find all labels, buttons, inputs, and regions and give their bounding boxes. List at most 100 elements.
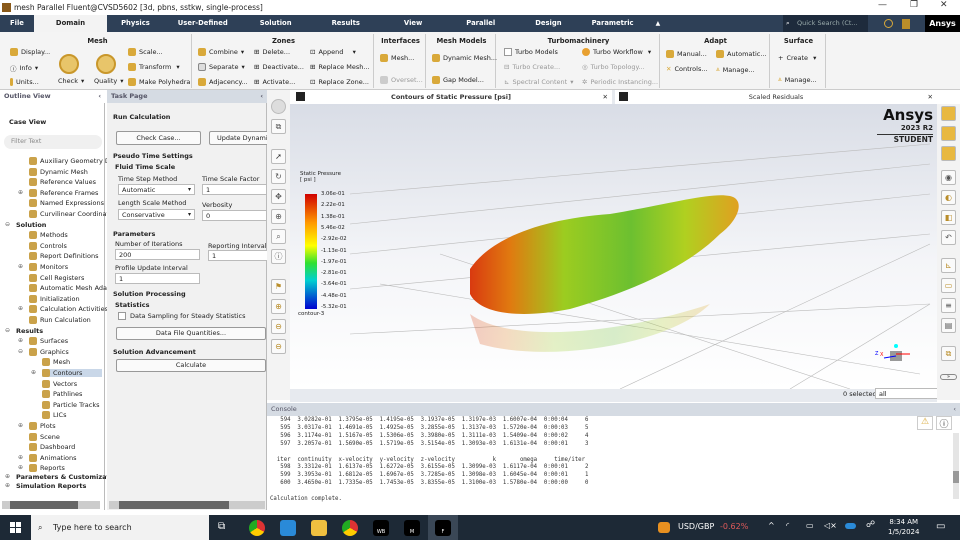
update-dynamic-mesh-button[interactable]: Update Dynamic xyxy=(209,131,269,145)
tree-item[interactable]: Particle Tracks xyxy=(42,400,99,409)
quality-button[interactable]: Quality ▾ xyxy=(94,77,124,85)
view-iso-icon[interactable] xyxy=(941,126,956,141)
activate-button[interactable]: ⊞ Activate... xyxy=(254,78,295,86)
tree-item[interactable]: Contours xyxy=(42,369,103,377)
close-tab-icon[interactable]: ✕ xyxy=(603,90,608,104)
tree-item[interactable]: Solution xyxy=(16,221,46,229)
transform-button[interactable]: Transform ▾ xyxy=(128,63,180,71)
tree-item[interactable]: Dashboard xyxy=(29,443,75,452)
separate-button[interactable]: Separate ▾ xyxy=(198,63,245,71)
replace-mesh-button[interactable]: ⊞ Replace Mesh... xyxy=(310,63,370,71)
tree-item[interactable]: Scene xyxy=(29,432,60,441)
profile-update-interval-input[interactable]: 1 xyxy=(115,273,200,284)
overset-button[interactable]: Overset... xyxy=(380,76,423,84)
tree-item[interactable]: Dynamic Mesh xyxy=(29,167,88,176)
copy-icon[interactable]: ⧉ xyxy=(271,119,286,134)
task-view-icon[interactable]: ⧉ xyxy=(218,521,225,532)
workbench-app[interactable]: WB xyxy=(373,520,389,536)
lighting-icon[interactable]: ◐ xyxy=(941,190,956,205)
minimize-button[interactable]: — xyxy=(878,0,887,10)
chrome-icon[interactable] xyxy=(249,520,265,536)
expand-icon[interactable]: ⊕ xyxy=(18,305,23,312)
tree-item[interactable]: Methods xyxy=(29,231,68,240)
stock-widget-icon[interactable] xyxy=(658,522,670,533)
pan-icon[interactable]: ✥ xyxy=(271,189,286,204)
console-scrollbar[interactable] xyxy=(953,433,959,499)
tree-item[interactable]: Automatic Mesh Adap xyxy=(29,284,111,293)
info-icon[interactable]: ⓘ xyxy=(936,416,952,430)
display-button[interactable]: Display... xyxy=(10,48,50,56)
notifications-icon[interactable]: ▭ xyxy=(936,521,945,532)
replace-zone-button[interactable]: ⊡ Replace Zone... xyxy=(310,78,369,86)
tree-item[interactable]: Reference Values xyxy=(29,178,96,187)
battery-icon[interactable]: ▭ xyxy=(806,521,814,530)
adapt-manual-button[interactable]: Manual... xyxy=(666,50,707,58)
close-button[interactable]: ✕ xyxy=(940,0,948,10)
calculate-button[interactable]: Calculate xyxy=(116,359,266,372)
tree-item[interactable]: Run Calculation xyxy=(29,316,91,324)
tab-contours[interactable]: Contours of Static Pressure [psi] ✕ xyxy=(290,90,612,104)
tree-item[interactable]: Auxiliary Geometry De xyxy=(29,157,114,165)
make-polyhedra-button[interactable]: Make Polyhedra xyxy=(128,78,190,86)
network-icon[interactable]: ☍ xyxy=(866,520,875,530)
tree-item[interactable]: Plots xyxy=(29,422,56,430)
tab-solution[interactable]: Solution xyxy=(242,15,310,32)
tree-item[interactable]: Curvilinear Coordinat xyxy=(29,210,109,218)
tab-design[interactable]: Design xyxy=(517,15,579,32)
collapse-icon[interactable]: ⊖ xyxy=(5,327,10,334)
verbosity-input[interactable]: 0 xyxy=(202,210,267,221)
viewport[interactable] xyxy=(290,104,937,389)
expand-toolbar-icon[interactable]: » xyxy=(940,374,957,380)
tree-item[interactable]: Vectors xyxy=(42,379,77,388)
start-icon[interactable] xyxy=(10,522,21,533)
flag-icon[interactable]: ⚑ xyxy=(271,279,286,294)
select-arrow-icon[interactable]: ➚ xyxy=(271,149,286,164)
tab-view[interactable]: View xyxy=(382,15,444,32)
time-scale-factor-input[interactable]: 1 xyxy=(202,184,267,195)
iterations-input[interactable]: 200 xyxy=(115,249,200,260)
tree-item[interactable]: LICs xyxy=(42,411,66,420)
zoom-box-icon[interactable]: ⌕ xyxy=(271,229,286,244)
tree-item[interactable]: Reports xyxy=(29,464,65,473)
turbo-models-checkbox[interactable]: Turbo Models xyxy=(504,48,558,56)
console[interactable]: Console ‹ 594 3.0282e-01 1.3795e-05 1.419… xyxy=(267,403,960,510)
zoom-to-fit-icon[interactable]: ⊕ xyxy=(271,209,286,224)
data-file-quantities-button[interactable]: Data File Quantities... xyxy=(116,327,266,340)
tree-item[interactable]: Surfaces xyxy=(29,337,68,346)
collapse-ribbon-icon[interactable]: ▲ xyxy=(646,15,671,32)
task-scrollbar[interactable] xyxy=(109,501,265,509)
check-case-button[interactable]: Check Case... xyxy=(116,131,201,145)
length-scale-method-select[interactable]: Conservative xyxy=(118,209,195,220)
onedrive-icon[interactable] xyxy=(845,523,856,529)
interfaces-mesh-button[interactable]: Mesh... xyxy=(380,54,414,62)
tab-domain[interactable]: Domain xyxy=(33,15,108,32)
turbo-workflow-button[interactable]: Turbo Workflow ▾ xyxy=(582,48,651,56)
ticker-label[interactable]: USD/GBP xyxy=(678,522,714,531)
dynamic-mesh-button[interactable]: Dynamic Mesh... xyxy=(432,54,497,62)
expand-icon[interactable]: ⊕ xyxy=(18,189,23,196)
expand-icon[interactable]: ⊕ xyxy=(18,263,23,270)
surface-create-button[interactable]: + Create ▾ xyxy=(778,54,816,62)
clock[interactable]: 8:34 AM 1/5/2024 xyxy=(888,517,919,537)
time-step-method-select[interactable]: Automatic xyxy=(118,184,195,195)
append-button[interactable]: ⊡ Append ▾ xyxy=(310,48,356,56)
close-tab-icon[interactable]: ✕ xyxy=(928,90,933,104)
copy-image-icon[interactable]: ⧉ xyxy=(941,346,956,361)
surface-manage-button[interactable]: ⩓ Manage... xyxy=(778,75,817,84)
tree-item[interactable]: Report Definitions xyxy=(29,252,98,261)
reporting-interval-input[interactable]: 1 xyxy=(208,250,268,261)
wifi-icon[interactable]: ◜ xyxy=(786,521,789,530)
expand-icon[interactable]: ⊕ xyxy=(18,422,23,429)
expand-icon[interactable]: ⊕ xyxy=(5,473,10,480)
tab-parametric[interactable]: Parametric xyxy=(580,15,646,32)
collapse-icon[interactable]: ⊖ xyxy=(18,348,23,355)
shading-icon[interactable]: ◧ xyxy=(941,210,956,225)
mechanical-app[interactable]: M xyxy=(404,520,420,536)
help-icon[interactable] xyxy=(884,19,893,28)
zoom-region-icon[interactable]: ⊖ xyxy=(271,339,286,354)
plot-icon[interactable]: ⊾ xyxy=(941,258,956,273)
adjacency-button[interactable]: Adjacency... xyxy=(198,78,248,86)
expand-icon[interactable]: ⊕ xyxy=(18,454,23,461)
taskbar-search-input[interactable]: ⌕ Type here to search xyxy=(31,515,209,540)
ruler-icon[interactable]: ▭ xyxy=(941,278,956,293)
